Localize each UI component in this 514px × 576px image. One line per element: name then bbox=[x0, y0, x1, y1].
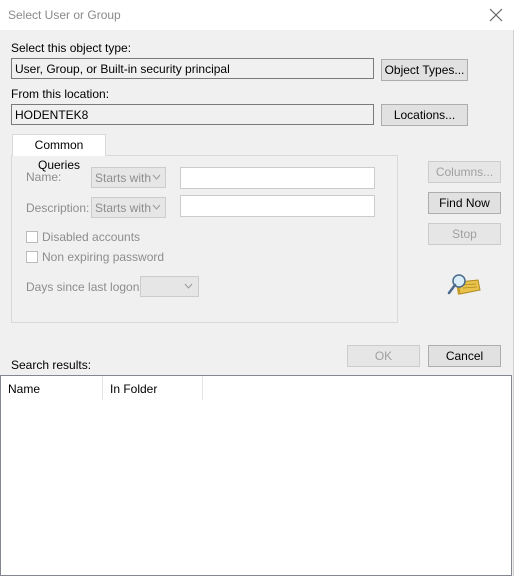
location-field: HODENTEK8 bbox=[11, 104, 374, 125]
locations-button[interactable]: Locations... bbox=[381, 104, 468, 126]
name-mode-dropdown[interactable]: Starts with bbox=[91, 167, 166, 188]
description-label: Description: bbox=[26, 201, 90, 215]
title-bar: Select User or Group bbox=[0, 0, 514, 30]
location-label: From this location: bbox=[11, 87, 110, 101]
column-header-in-folder[interactable]: In Folder bbox=[103, 376, 203, 400]
description-input[interactable] bbox=[180, 195, 375, 217]
select-user-or-group-dialog: Select User or Group Select this object … bbox=[0, 0, 514, 576]
search-results-list[interactable]: Name In Folder bbox=[0, 375, 512, 576]
chevron-down-icon bbox=[184, 279, 193, 296]
days-since-logon-label: Days since last logon: bbox=[26, 280, 143, 294]
description-mode-value: Starts with bbox=[95, 201, 152, 215]
disabled-accounts-checkbox[interactable] bbox=[26, 231, 38, 243]
object-types-button[interactable]: Object Types... bbox=[381, 59, 468, 81]
object-type-field: User, Group, or Built-in security princi… bbox=[11, 58, 374, 79]
days-since-logon-dropdown[interactable] bbox=[140, 276, 199, 297]
description-mode-dropdown[interactable]: Starts with bbox=[91, 197, 166, 218]
ok-button[interactable]: OK bbox=[347, 345, 420, 367]
close-icon[interactable] bbox=[486, 5, 506, 25]
non-expiring-password-label: Non expiring password bbox=[42, 250, 165, 264]
object-type-label: Select this object type: bbox=[11, 41, 132, 55]
window-title: Select User or Group bbox=[8, 8, 121, 22]
column-header-name[interactable]: Name bbox=[1, 376, 103, 400]
non-expiring-password-checkbox[interactable] bbox=[26, 251, 38, 263]
tab-common-queries[interactable]: Common Queries bbox=[12, 134, 106, 172]
name-mode-value: Starts with bbox=[95, 171, 152, 185]
search-results-label: Search results: bbox=[11, 358, 92, 372]
search-icon bbox=[446, 272, 482, 300]
chevron-down-icon bbox=[152, 200, 161, 217]
find-now-button[interactable]: Find Now bbox=[428, 192, 501, 214]
stop-button[interactable]: Stop bbox=[428, 223, 501, 245]
columns-button[interactable]: Columns... bbox=[428, 161, 501, 183]
cancel-button[interactable]: Cancel bbox=[428, 345, 501, 367]
chevron-down-icon bbox=[152, 170, 161, 187]
disabled-accounts-label: Disabled accounts bbox=[42, 230, 141, 244]
name-input[interactable] bbox=[180, 167, 375, 189]
